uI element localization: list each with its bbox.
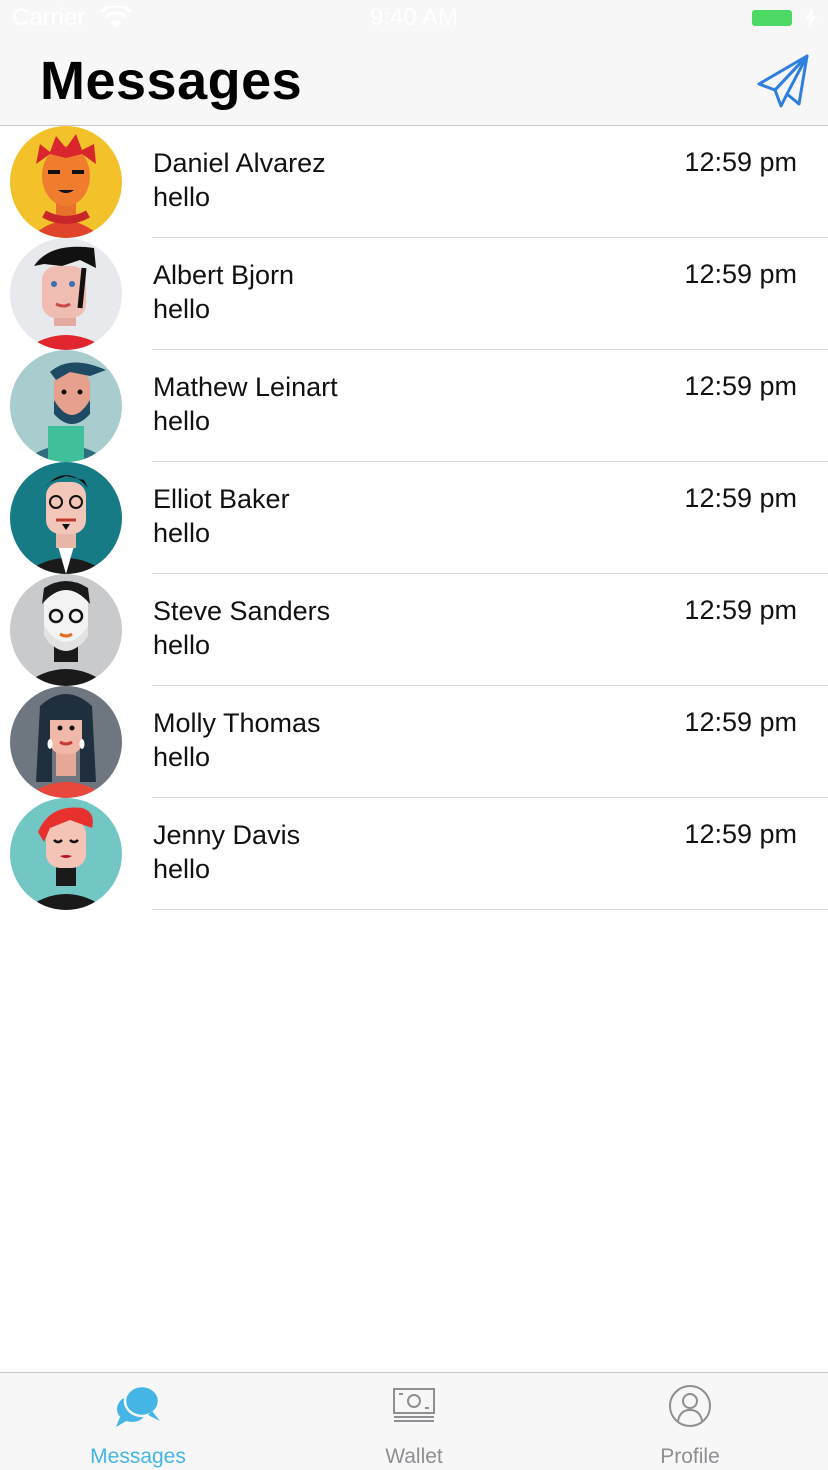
message-row[interactable]: Daniel Alvarez hello 12:59 pm [0, 126, 828, 238]
row-divider [152, 909, 828, 910]
tab-label: Messages [90, 1445, 186, 1468]
message-preview: hello [153, 518, 211, 548]
avatar [10, 462, 122, 574]
message-row[interactable]: Molly Thomas hello 12:59 pm [0, 686, 828, 798]
tab-wallet[interactable]: Wallet [276, 1373, 552, 1470]
message-time: 12:59 pm [684, 371, 797, 401]
charging-bolt-icon [805, 8, 817, 28]
message-time: 12:59 pm [684, 259, 797, 289]
tab-profile[interactable]: Profile [552, 1373, 828, 1470]
message-preview: hello [153, 294, 211, 324]
contact-name: Albert Bjorn [153, 260, 295, 290]
avatar [10, 574, 122, 686]
navigation-header: Carrier 9:40 AM Messages [0, 0, 828, 126]
message-time: 12:59 pm [684, 707, 797, 737]
message-time: 12:59 pm [684, 595, 797, 625]
avatar [10, 238, 122, 350]
message-preview: hello [153, 406, 211, 436]
message-preview: hello [153, 182, 211, 212]
tab-messages[interactable]: Messages [0, 1373, 276, 1470]
message-row[interactable]: Mathew Leinart hello 12:59 pm [0, 350, 828, 462]
page-title: Messages [40, 51, 303, 111]
avatar [10, 126, 122, 238]
avatar [10, 350, 122, 462]
clock-label: 9:40 AM [369, 4, 459, 31]
message-preview: hello [153, 630, 211, 660]
contact-name: Elliot Baker [153, 484, 290, 514]
tab-bar: Messages Wallet Profile [0, 1372, 828, 1470]
avatar [10, 798, 122, 910]
paper-plane-icon[interactable] [755, 52, 811, 108]
message-row[interactable]: Steve Sanders hello 12:59 pm [0, 574, 828, 686]
contact-name: Steve Sanders [153, 596, 331, 626]
message-preview: hello [153, 854, 211, 884]
tab-label: Profile [660, 1445, 720, 1468]
message-preview: hello [153, 742, 211, 772]
message-row[interactable]: Elliot Baker hello 12:59 pm [0, 462, 828, 574]
battery-icon [752, 10, 792, 26]
message-time: 12:59 pm [684, 147, 797, 177]
banknote-icon [393, 1388, 435, 1422]
contact-name: Jenny Davis [153, 820, 301, 850]
message-row[interactable]: Jenny Davis hello 12:59 pm [0, 798, 828, 910]
chat-bubbles-icon [116, 1384, 161, 1427]
message-time: 12:59 pm [684, 483, 797, 513]
contact-name: Daniel Alvarez [153, 148, 326, 178]
status-bar: Carrier 9:40 AM [0, 0, 828, 38]
contact-name: Molly Thomas [153, 708, 321, 738]
contact-name: Mathew Leinart [153, 372, 338, 402]
tab-label: Wallet [385, 1445, 443, 1468]
message-row[interactable]: Albert Bjorn hello 12:59 pm [0, 238, 828, 350]
message-time: 12:59 pm [684, 819, 797, 849]
avatar [10, 686, 122, 798]
person-circle-icon [669, 1385, 711, 1427]
message-list: Daniel Alvarez hello 12:59 pm Albert Bjo… [0, 126, 828, 910]
